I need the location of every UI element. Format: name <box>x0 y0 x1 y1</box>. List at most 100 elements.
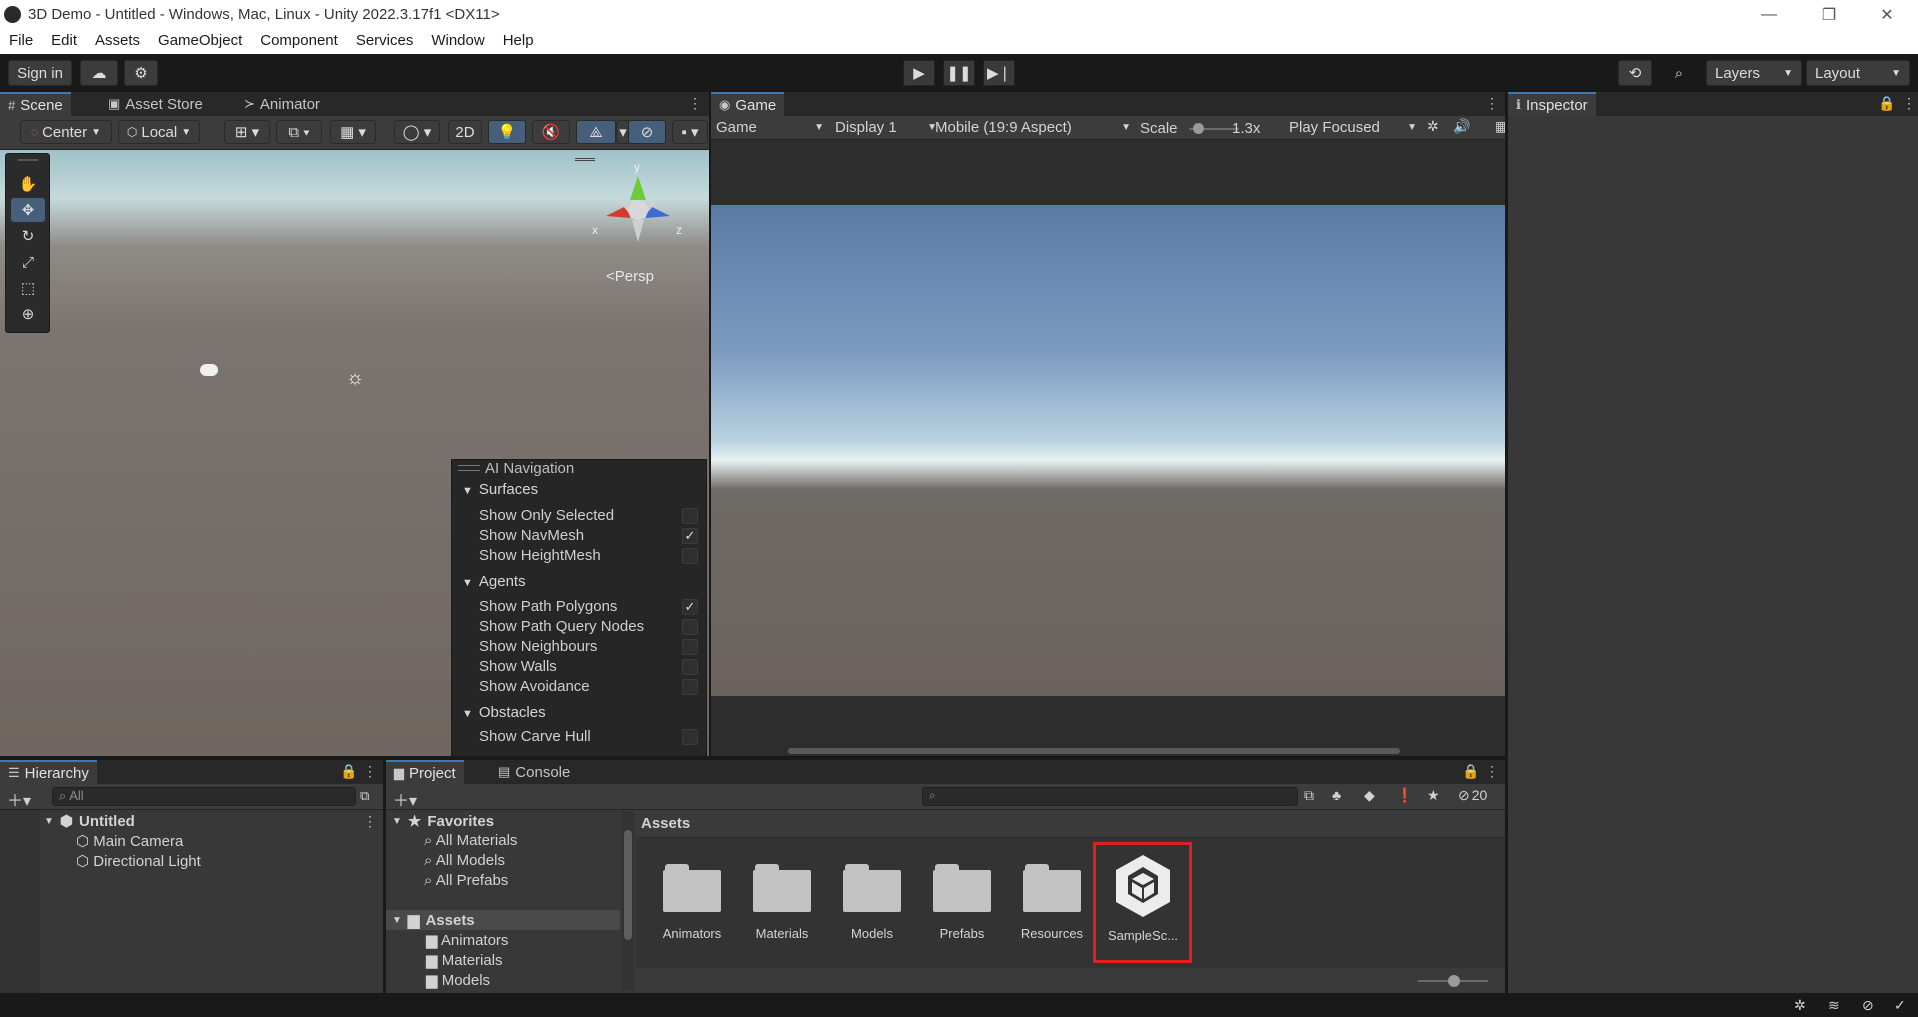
asset-folder-item[interactable]: ▆ Models <box>426 971 490 989</box>
menu-window[interactable]: Window <box>422 29 493 54</box>
game-menu-icon[interactable]: ⋮ <box>1485 95 1499 112</box>
menu-edit[interactable]: Edit <box>42 29 86 54</box>
hidden-packages-toggle[interactable]: ⊘ 20 <box>1458 787 1487 804</box>
tab-project[interactable]: ▆ Project <box>386 760 464 784</box>
scale-slider-thumb[interactable] <box>1193 123 1204 134</box>
lock-icon[interactable]: 🔒 <box>1878 95 1895 112</box>
asset-item[interactable]: Materials <box>736 852 828 962</box>
show-avoidance-checkbox[interactable] <box>682 679 698 695</box>
aspect-dropdown[interactable]: Mobile (19:9 Aspect) ▼ <box>935 119 1131 136</box>
menu-assets[interactable]: Assets <box>86 29 149 54</box>
auto-generate-icon[interactable]: ⊘ <box>1862 997 1874 1014</box>
show-path-query-nodes-checkbox[interactable] <box>682 619 698 635</box>
scale-tool-icon[interactable]: ⤢ <box>11 250 45 274</box>
audio-toggle-icon[interactable]: 🔇 <box>532 120 570 144</box>
view-mode-dropdown[interactable]: Game ▼ <box>716 119 824 136</box>
layers-dropdown[interactable]: Layers ▼ <box>1706 60 1802 86</box>
lighting-toggle-icon[interactable]: 💡 <box>488 120 526 144</box>
inspector-menu-icon[interactable]: ⋮ <box>1902 95 1916 112</box>
favorite-star-icon[interactable]: ★ <box>1427 787 1440 804</box>
search-scene-icon[interactable]: ⧉ <box>360 788 369 804</box>
show-carve-hull-checkbox[interactable] <box>682 729 698 745</box>
icon-size-slider-thumb[interactable] <box>1448 975 1460 987</box>
filter-type-icon[interactable]: ♣ <box>1332 787 1341 803</box>
camera-settings-icon[interactable]: ▪ ▾ <box>672 120 708 144</box>
hand-tool-icon[interactable]: ✋ <box>11 172 45 196</box>
rect-tool-icon[interactable]: ⬚ <box>11 276 45 300</box>
stats-icon[interactable]: ▦ <box>1495 118 1505 135</box>
sample-scene-asset[interactable]: SampleSc... <box>1093 842 1192 963</box>
menu-gameobject[interactable]: GameObject <box>149 29 251 54</box>
effects-toggle-icon[interactable]: ⟁ <box>576 120 616 144</box>
menu-component[interactable]: Component <box>251 29 347 54</box>
favorite-item[interactable]: ⌕ All Prefabs <box>424 872 508 889</box>
tab-scene[interactable]: # Scene <box>0 92 71 116</box>
filter-label-icon[interactable]: ◆ <box>1364 787 1375 804</box>
project-tree-scroll-thumb[interactable] <box>624 830 632 940</box>
scene-menu-icon[interactable]: ⋮ <box>688 95 702 112</box>
tab-console[interactable]: ▤ Console <box>490 760 578 784</box>
minimize-icon[interactable]: — <box>1746 0 1792 29</box>
grid-snap-icon[interactable]: ⊞ ▾ <box>224 120 270 144</box>
asset-item[interactable]: Models <box>826 852 918 962</box>
collab-icon[interactable]: ⚙ <box>124 60 158 86</box>
tab-inspector[interactable]: ℹ Inspector <box>1508 92 1596 116</box>
section-obstacles[interactable]: ▼ Obstacles <box>462 704 546 721</box>
menu-services[interactable]: Services <box>347 29 423 54</box>
move-tool-icon[interactable]: ✥ <box>11 198 45 222</box>
project-lock-icon[interactable]: 🔒 <box>1462 763 1479 780</box>
game-view[interactable] <box>711 205 1505 696</box>
game-scrollbar[interactable] <box>788 748 1400 754</box>
debug-mode-icon[interactable]: ✲ <box>1794 997 1806 1014</box>
close-icon[interactable]: ✕ <box>1864 0 1910 29</box>
tab-hierarchy[interactable]: ☰ Hierarchy <box>0 760 97 784</box>
tab-animator[interactable]: ≻ Animator <box>236 92 328 116</box>
asset-item[interactable]: Prefabs <box>916 852 1008 962</box>
debug-icon[interactable]: ✲ <box>1427 118 1439 135</box>
restore-icon[interactable]: ❐ <box>1806 0 1852 29</box>
layout-dropdown[interactable]: Layout ▼ <box>1806 60 1910 86</box>
play-mode-dropdown[interactable]: Play Focused ▼ <box>1289 119 1417 136</box>
section-surfaces[interactable]: ▼ Surfaces <box>462 481 538 498</box>
sign-in-button[interactable]: Sign in <box>8 60 72 86</box>
search-icon[interactable]: ⌕ <box>1662 60 1696 86</box>
grid-visibility-icon[interactable]: ▦ ▾ <box>330 120 376 144</box>
project-menu-icon[interactable]: ⋮ <box>1485 763 1499 780</box>
asset-item[interactable]: Resources <box>1006 852 1098 962</box>
show-neighbours-checkbox[interactable] <box>682 639 698 655</box>
hierarchy-search-input[interactable]: ⌕ All <box>52 787 356 806</box>
step-button[interactable]: ▶❘ <box>983 60 1015 86</box>
favorite-item[interactable]: ⌕ All Materials <box>424 832 517 849</box>
favorite-item[interactable]: ⌕ All Models <box>424 852 505 869</box>
mode-2d-button[interactable]: 2D <box>448 120 482 144</box>
light-gizmo-icon[interactable]: ☼ <box>343 366 367 390</box>
section-agents[interactable]: ▼ Agents <box>462 573 526 590</box>
project-search-input[interactable]: ⌕ <box>922 787 1298 806</box>
history-icon[interactable]: ⟲ <box>1618 60 1652 86</box>
tab-asset-store[interactable]: ▣ Asset Store <box>100 92 211 116</box>
palette-handle[interactable] <box>18 159 38 161</box>
transform-tool-icon[interactable]: ⊕ <box>11 302 45 326</box>
pivot-dropdown[interactable]: ◌ Center ▼ <box>20 120 112 144</box>
snap-increment-icon[interactable]: ⧉ ▾ <box>276 120 322 144</box>
menu-file[interactable]: File <box>0 29 42 54</box>
cloud-icon[interactable]: ☁ <box>80 60 118 86</box>
display-dropdown[interactable]: Display 1 ▼ <box>835 119 937 136</box>
show-heightmesh-checkbox[interactable] <box>682 548 698 564</box>
play-button[interactable]: ▶ <box>903 60 935 86</box>
asset-breadcrumb[interactable]: Assets <box>641 815 690 832</box>
assets-tree-row[interactable]: ▼ ▆ Assets <box>392 911 475 930</box>
mute-audio-icon[interactable]: 🔊 <box>1453 118 1470 135</box>
hierarchy-item[interactable]: ⬡ Directional Light <box>76 852 201 870</box>
show-path-polygons-checkbox[interactable]: ✓ <box>682 599 698 615</box>
rotate-tool-icon[interactable]: ↻ <box>11 224 45 248</box>
overlay-handle-icon[interactable] <box>458 465 480 471</box>
menu-help[interactable]: Help <box>494 29 543 54</box>
show-walls-checkbox[interactable] <box>682 659 698 675</box>
hierarchy-menu-icon[interactable]: ⋮ <box>363 763 377 780</box>
shading-mode-icon[interactable]: ◯ ▾ <box>394 120 440 144</box>
hierarchy-lock-icon[interactable]: 🔒 <box>340 763 357 780</box>
camera-gizmo-icon[interactable] <box>200 364 218 376</box>
asset-item[interactable]: Animators <box>646 852 738 962</box>
asset-folder-item[interactable]: ▆ Animators <box>426 931 508 949</box>
